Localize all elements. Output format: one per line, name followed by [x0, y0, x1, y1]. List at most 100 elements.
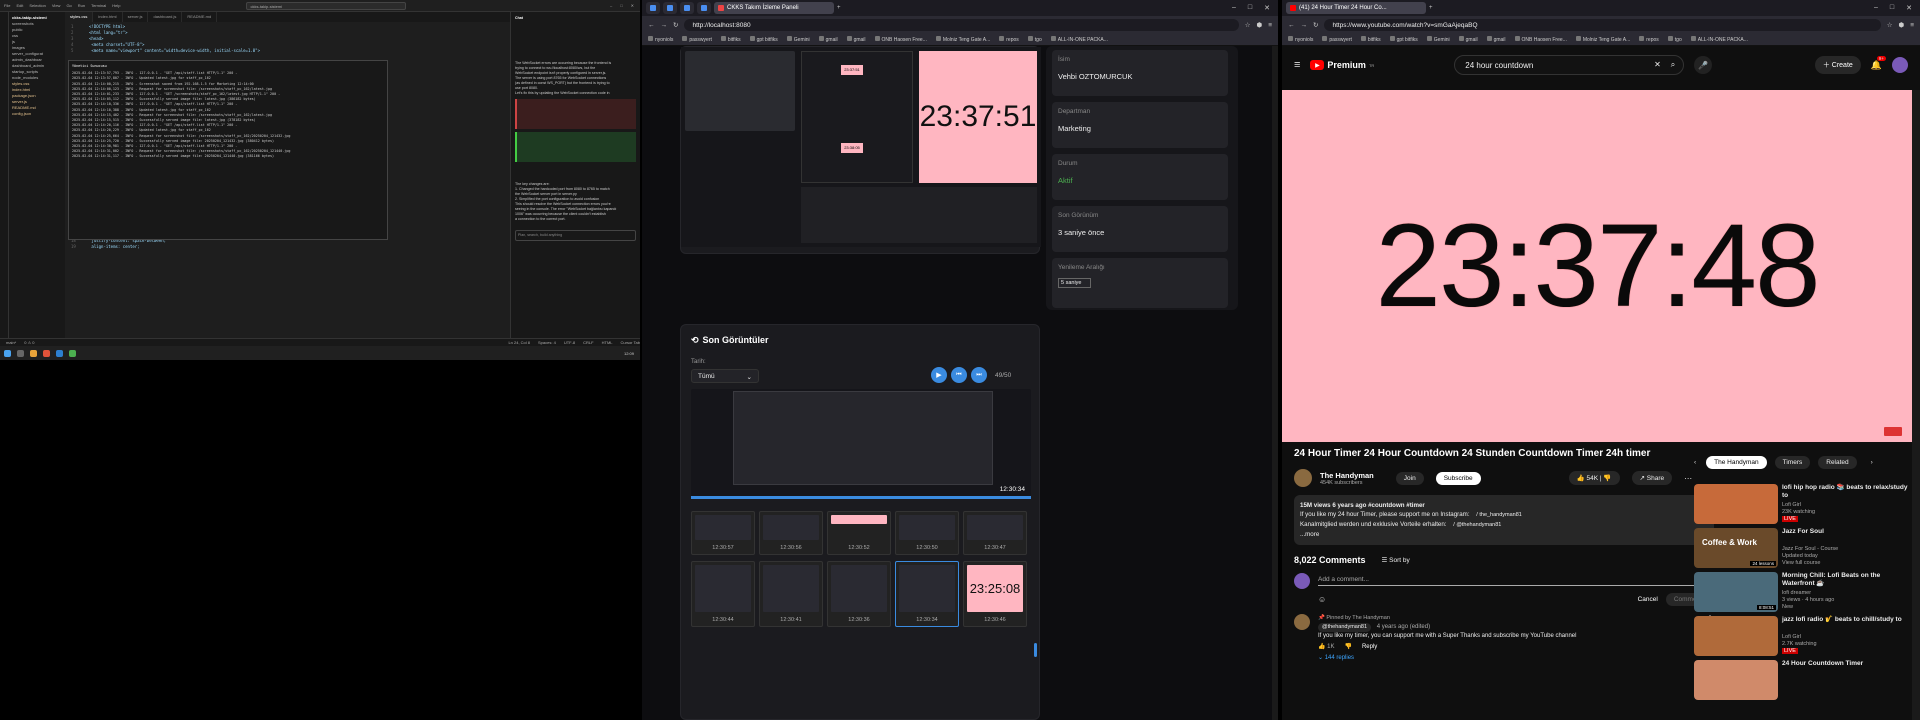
- maximize-icon[interactable]: □: [1248, 4, 1252, 12]
- date-select[interactable]: Tümü ⌄: [691, 369, 759, 383]
- chips-next-icon[interactable]: ›: [1871, 459, 1873, 466]
- bookmark-item[interactable]: passwyert: [1322, 36, 1352, 43]
- close-icon[interactable]: ✕: [1906, 4, 1912, 12]
- status-item[interactable]: Spaces: 4: [538, 340, 556, 345]
- pinned-tab[interactable]: [663, 2, 677, 14]
- search-input[interactable]: 24 hour countdown ✕ ⌕: [1454, 55, 1685, 75]
- chip-related[interactable]: Related: [1818, 456, 1857, 469]
- bookmark-item[interactable]: Gemini: [1426, 36, 1450, 43]
- bookmark-star-icon[interactable]: ☆: [1887, 21, 1893, 29]
- bookmark-item[interactable]: gpt bitfiks: [1389, 36, 1418, 43]
- minimize-icon[interactable]: –: [610, 3, 612, 8]
- screenshot-thumbnail[interactable]: 23:25:08 12:30:46: [963, 561, 1027, 627]
- status-item[interactable]: Cursor Tab: [621, 340, 641, 345]
- bookmark-item[interactable]: Molniz Teng Gate A...: [935, 36, 990, 43]
- minimize-icon[interactable]: –: [1874, 4, 1878, 12]
- join-button[interactable]: Join: [1395, 471, 1424, 485]
- search-icon[interactable]: ⌕: [1671, 60, 1675, 70]
- video-thumbnail[interactable]: [1694, 616, 1778, 656]
- menu-file[interactable]: File: [4, 3, 10, 8]
- live-screenshot[interactable]: 23:37:51 23:38:05 23:37:51: [681, 47, 1041, 247]
- menu-icon[interactable]: ≡: [1268, 22, 1272, 29]
- new-tab-icon[interactable]: +: [1429, 5, 1433, 11]
- subscribe-button[interactable]: Subscribe: [1435, 471, 1481, 485]
- menu-terminal[interactable]: Terminal: [91, 3, 106, 8]
- bookmark-star-icon[interactable]: ☆: [1245, 21, 1251, 29]
- channel-avatar[interactable]: [1294, 469, 1312, 487]
- clear-search-icon[interactable]: ✕: [1654, 60, 1661, 70]
- explorer-item[interactable]: config.json: [12, 111, 62, 117]
- bookmark-item[interactable]: gpt bitfiks: [749, 36, 778, 43]
- previous-icon[interactable]: ⏮: [951, 367, 967, 383]
- tab-youtube[interactable]: (41) 24 Hour Timer 24 Hour Co...: [1286, 2, 1426, 14]
- cancel-button[interactable]: Cancel: [1638, 596, 1658, 603]
- bookmark-item[interactable]: tgo: [1667, 36, 1682, 43]
- bookmark-item[interactable]: Molniz Teng Gate A...: [1575, 36, 1630, 43]
- menu-icon[interactable]: ≡: [1910, 22, 1914, 29]
- status-item[interactable]: 0 ⚠ 0: [24, 340, 34, 345]
- video-thumbnail[interactable]: 8:08:51: [1694, 572, 1778, 612]
- refresh-interval-select[interactable]: 5 saniye: [1058, 278, 1091, 288]
- windows-start-icon[interactable]: [4, 349, 11, 357]
- minimize-icon[interactable]: –: [1232, 4, 1236, 12]
- menu-go[interactable]: Go: [66, 3, 71, 8]
- url-bar[interactable]: http://localhost:8080: [684, 19, 1239, 31]
- status-item[interactable]: CRLF: [583, 340, 593, 345]
- thumb-scrollbar[interactable]: [1034, 643, 1037, 657]
- bookmark-item[interactable]: nyoniols: [648, 36, 673, 43]
- page-scrollbar[interactable]: [1272, 46, 1278, 720]
- reload-icon[interactable]: ↻: [1313, 21, 1318, 29]
- new-tab-icon[interactable]: +: [837, 5, 841, 11]
- tab-index-html[interactable]: index.html: [93, 12, 123, 22]
- bookmark-item[interactable]: repos: [999, 36, 1019, 43]
- more-link[interactable]: ...more: [1300, 530, 1708, 539]
- progress-bar[interactable]: [691, 496, 1031, 499]
- explorer-icon[interactable]: [30, 349, 37, 357]
- video-title[interactable]: jazz lofi radio 🎷 beats to chill/study t…: [1782, 616, 1912, 624]
- bookmark-item[interactable]: Gemini: [786, 36, 810, 43]
- youtube-logo[interactable]: ▶ Premium TR: [1310, 60, 1374, 70]
- bookmark-item[interactable]: ALL-IN-ONE PACKA...: [1690, 36, 1748, 43]
- screenshot-thumbnail[interactable]: 12:30:34: [895, 561, 959, 627]
- vscode-icon[interactable]: [56, 349, 63, 357]
- recommended-video[interactable]: 8:08:51 Morning Chill: Lofi Beats on the …: [1694, 572, 1912, 622]
- video-title[interactable]: lofi hip hop radio 📚 beats to relax/stud…: [1782, 484, 1912, 500]
- bookmark-item[interactable]: ONB Haosen Free...: [874, 36, 927, 43]
- pinned-tab[interactable]: [697, 2, 711, 14]
- comment-dislike-button[interactable]: 👎: [1344, 643, 1351, 652]
- recommended-video[interactable]: jazz lofi radio 🎷 beats to chill/study t…: [1694, 616, 1912, 666]
- bookmark-item[interactable]: passwyert: [682, 36, 712, 43]
- menu-help[interactable]: Help: [112, 3, 120, 8]
- bookmark-item[interactable]: ALL-IN-ONE PACKA...: [1050, 36, 1108, 43]
- bookmark-item[interactable]: bitfiks: [1360, 36, 1381, 43]
- hamburger-menu-icon[interactable]: ≡: [1294, 59, 1300, 71]
- tab-readme[interactable]: README.md: [182, 12, 218, 22]
- terminal-panel[interactable]: Yönetici Sunucusu 2025-02-04 12:13:57,79…: [68, 60, 388, 240]
- screenshot-thumbnail[interactable]: 12:30:50: [895, 511, 959, 555]
- maximize-icon[interactable]: □: [620, 3, 622, 8]
- video-title[interactable]: 24 Hour Countdown Timer: [1782, 660, 1912, 668]
- menu-edit[interactable]: Edit: [16, 3, 23, 8]
- menu-view[interactable]: View: [52, 3, 61, 8]
- replies-toggle[interactable]: ⌄ 144 replies: [1318, 654, 1698, 663]
- channel-name[interactable]: The Handyman: [1320, 471, 1374, 480]
- screenshot-thumbnail[interactable]: 12:30:47: [963, 511, 1027, 555]
- extensions-icon[interactable]: ⬢: [1257, 21, 1263, 29]
- reload-icon[interactable]: ↻: [673, 21, 678, 29]
- status-item[interactable]: main*: [6, 340, 16, 345]
- recommended-video[interactable]: Coffee & Work 24 lessons Jazz For Soul Jazz…: [1694, 528, 1912, 578]
- close-icon[interactable]: ✕: [631, 3, 634, 8]
- screenshot-thumbnail[interactable]: 12:30:44: [691, 561, 755, 627]
- command-center[interactable]: ckks-takip-sistemi: [246, 1, 407, 10]
- comment-input[interactable]: Add a comment...: [1318, 576, 1714, 586]
- recommended-video[interactable]: lofi hip hop radio 📚 beats to relax/stud…: [1694, 484, 1912, 534]
- chat-input[interactable]: Plan, search, build anything: [515, 230, 636, 241]
- screenshot-thumbnail[interactable]: 12:30:56: [759, 511, 823, 555]
- screenshot-thumbnail[interactable]: 12:30:52: [827, 511, 891, 555]
- maximize-icon[interactable]: □: [1890, 4, 1894, 12]
- screenshot-thumbnail[interactable]: 12:30:41: [759, 561, 823, 627]
- menu-run[interactable]: Run: [78, 3, 85, 8]
- youtube-link[interactable]: / @thehandyman81: [1448, 521, 1507, 530]
- video-title[interactable]: Jazz For Soul: [1782, 528, 1912, 536]
- play-icon[interactable]: ▶: [931, 367, 947, 383]
